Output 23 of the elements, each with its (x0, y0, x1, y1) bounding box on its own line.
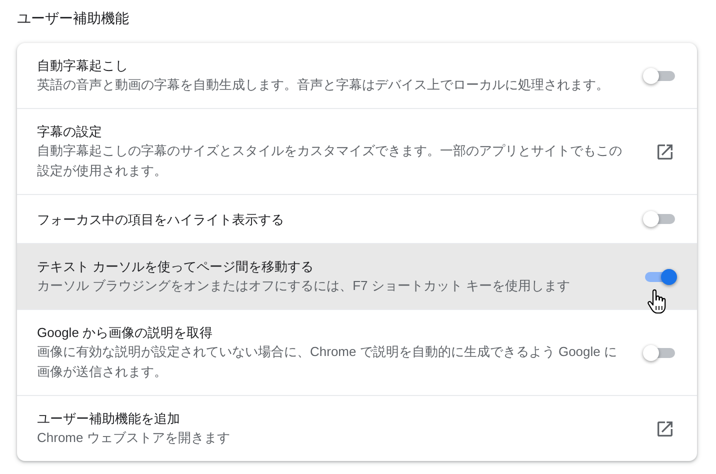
toggle-switch[interactable] (643, 344, 677, 360)
setting-row[interactable]: ユーザー補助機能を追加 Chrome ウェブストアを開きます (17, 395, 697, 461)
setting-title: テキスト カーソルを使ってページ間を移動する (37, 258, 315, 276)
setting-title: フォーカス中の項目をハイライト表示する (37, 210, 285, 228)
setting-title: Google から画像の説明を取得 (37, 324, 214, 342)
toggle-switch[interactable] (643, 268, 677, 284)
setting-title: 自動字幕起こし (37, 57, 129, 75)
setting-title: 字幕の設定 (37, 123, 103, 141)
toggle-switch[interactable] (643, 68, 677, 84)
setting-description: 画像に有効な説明が設定されていない場合に、Chrome で説明を自動的に生成できるよう Google に画像が送信されます。 (37, 343, 618, 381)
section-title: ユーザー補助機能 (17, 9, 130, 28)
setting-description: Chrome ウェブストアを開きます (37, 429, 231, 447)
setting-description: 英語の音声と動画の字幕を自動生成します。音声と字幕はデバイス上でローカルに処理されます。 (37, 76, 610, 94)
setting-title: ユーザー補助機能を追加 (37, 410, 181, 428)
setting-row[interactable]: 自動字幕起こし 英語の音声と動画の字幕を自動生成します。音声と字幕はデバイス上でローカルに処理されます。 (17, 43, 697, 108)
setting-row[interactable]: 字幕の設定 自動字幕起こしの字幕のサイズとスタイルをカスタマイズできます。一部のアプリとサイトでもこの設定が使用されます。 (17, 108, 697, 194)
setting-row[interactable]: Google から画像の説明を取得 画像に有効な説明が設定されていない場合に、Chrome で説明を自動的に生成できるよう Google に画像が送信されます。 (17, 309, 697, 395)
hand-cursor-icon (647, 288, 667, 314)
toggle-switch[interactable] (643, 211, 677, 227)
external-link-icon[interactable] (655, 418, 675, 438)
external-link-icon[interactable] (655, 142, 675, 162)
setting-description: カーソル ブラウジングをオンまたはオフにするには、F7 ショートカット キーを使用します (37, 277, 572, 295)
setting-description: 自動字幕起こしの字幕のサイズとスタイルをカスタマイズできます。一部のアプリとサイトでもこの設定が使用されます。 (37, 142, 623, 180)
